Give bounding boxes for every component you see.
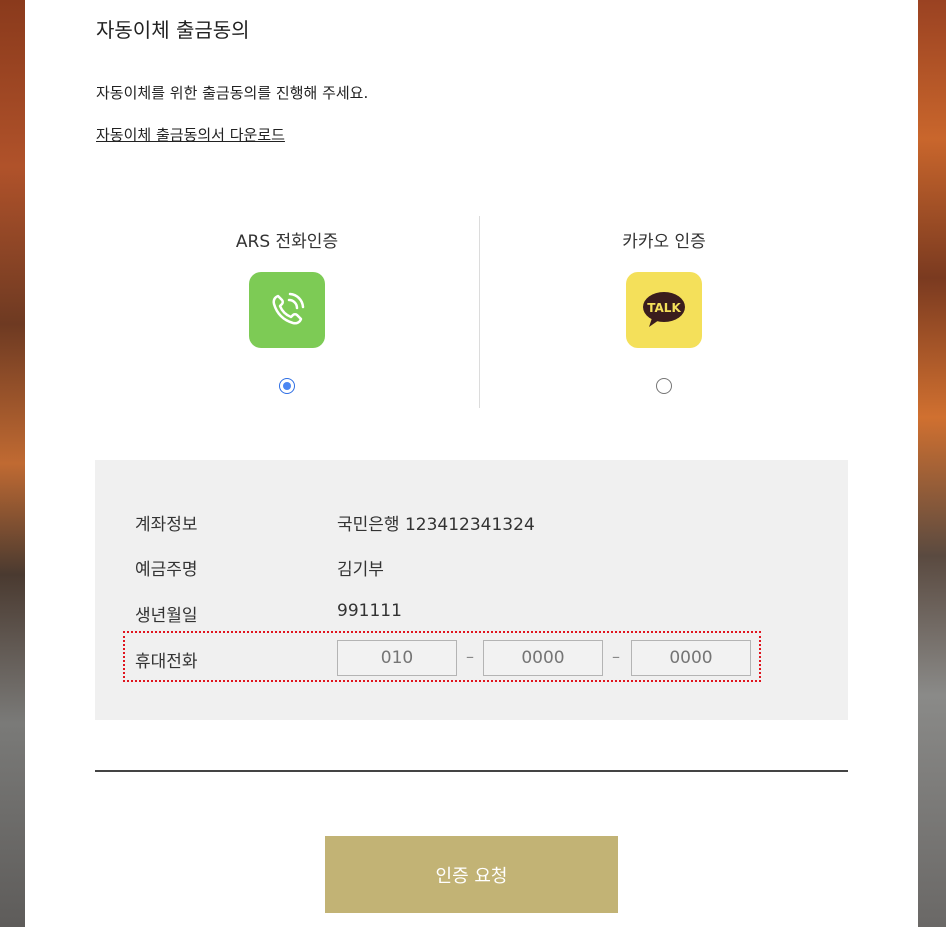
auth-option-kakao-label: 카카오 인증 (622, 232, 706, 252)
download-consent-form-link[interactable]: 자동이체 출금동의서 다운로드 (96, 124, 285, 145)
kakao-talk-icon[interactable]: TALK (626, 272, 702, 348)
kakao-radio[interactable] (656, 378, 672, 394)
section-divider (95, 770, 848, 772)
auth-options-divider (479, 216, 480, 408)
account-value: 국민은행 123412341324 (337, 515, 535, 535)
birth-label: 생년월일 (135, 606, 198, 626)
holder-value: 김기부 (337, 560, 384, 580)
kakao-talk-icon-text: TALK (647, 301, 681, 315)
consent-panel: 자동이체 출금동의 자동이체를 위한 출금동의를 진행해 주세요. 자동이체 출… (25, 0, 918, 927)
phone-label: 휴대전화 (135, 652, 198, 672)
auth-option-kakao[interactable]: 카카오 인증 TALK (514, 215, 814, 394)
auth-option-ars[interactable]: ARS 전화인증 (137, 215, 437, 394)
auth-option-ars-label: ARS 전화인증 (235, 232, 339, 252)
request-auth-button[interactable]: 인증 요청 (325, 836, 618, 913)
ars-radio[interactable] (279, 378, 295, 394)
birth-value: 991111 (337, 601, 402, 621)
holder-label: 예금주명 (135, 560, 198, 580)
background-photo-left (0, 0, 25, 927)
phone-part3-input[interactable] (631, 640, 751, 676)
page-title: 자동이체 출금동의 (96, 18, 250, 42)
page-description: 자동이체를 위한 출금동의를 진행해 주세요. (96, 84, 369, 102)
phone-separator-2: – (612, 647, 620, 666)
phone-part1-input[interactable] (337, 640, 457, 676)
account-info-box: 계좌정보 국민은행 123412341324 예금주명 김기부 생년월일 991… (95, 460, 848, 720)
phone-call-icon[interactable] (249, 272, 325, 348)
account-label: 계좌정보 (135, 515, 198, 535)
phone-part2-input[interactable] (483, 640, 603, 676)
background-photo-right (918, 0, 946, 927)
phone-separator-1: – (466, 647, 474, 666)
